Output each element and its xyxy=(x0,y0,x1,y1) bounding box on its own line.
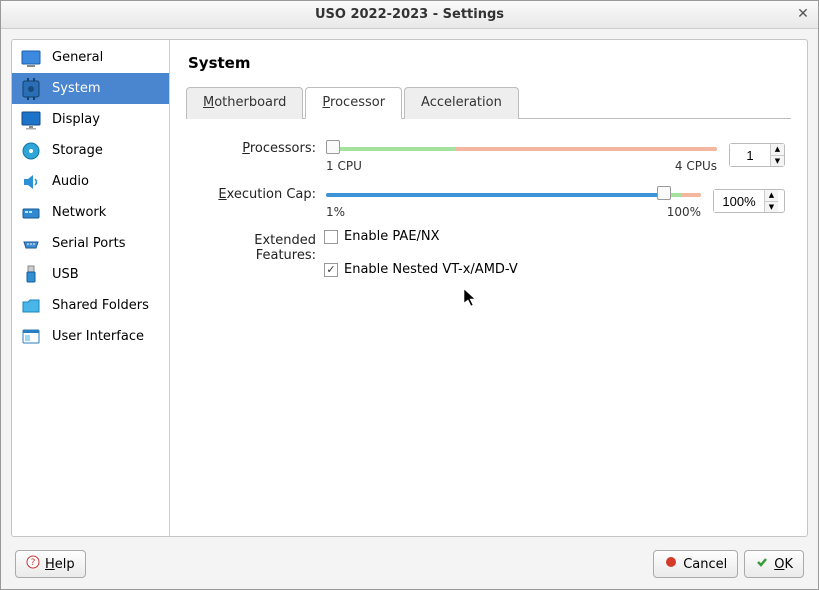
sidebar-item-label: Display xyxy=(52,112,161,127)
checkbox-nested-vtx[interactable]: ✓ Enable Nested VT-x/AMD-V xyxy=(324,262,518,277)
sidebar-item-label: Shared Folders xyxy=(52,298,161,313)
execution-cap-slider-thumb[interactable] xyxy=(657,186,671,200)
user-interface-icon xyxy=(20,326,42,348)
cancel-button[interactable]: Cancel xyxy=(653,550,738,578)
settings-window: USO 2022-2023 - Settings ✕ General Syste… xyxy=(0,0,819,590)
extended-features-label: Extended Features: xyxy=(192,229,324,263)
usb-icon xyxy=(20,264,42,286)
sidebar-item-label: User Interface xyxy=(52,329,161,344)
row-extended-features: Extended Features: Enable PAE/NX ✓ Enabl… xyxy=(192,229,785,285)
window-title: USO 2022-2023 - Settings xyxy=(1,7,818,22)
sidebar-item-label: USB xyxy=(52,267,161,282)
checkbox-icon[interactable] xyxy=(324,230,338,244)
execution-cap-input[interactable] xyxy=(714,190,764,212)
sidebar-item-general[interactable]: General xyxy=(12,42,169,73)
body: General System Display Storage xyxy=(11,39,808,537)
network-icon xyxy=(20,202,42,224)
checkbox-icon[interactable]: ✓ xyxy=(324,263,338,277)
sidebar-item-label: Storage xyxy=(52,143,161,158)
ok-icon xyxy=(755,555,769,573)
processors-max-label: 4 CPUs xyxy=(675,159,717,173)
storage-icon xyxy=(20,140,42,162)
system-icon xyxy=(20,78,42,100)
sidebar-item-network[interactable]: Network xyxy=(12,197,169,228)
ok-button[interactable]: OK xyxy=(744,550,804,578)
page-title: System xyxy=(188,54,791,72)
display-icon xyxy=(20,109,42,131)
help-button[interactable]: ? Help xyxy=(15,550,86,578)
row-processors: Processors: 1 CPU xyxy=(192,137,785,173)
processors-spin-up-icon[interactable]: ▲ xyxy=(771,144,784,156)
execution-cap-spin-up-icon[interactable]: ▲ xyxy=(765,190,778,202)
footer: ? Help Cancel OK xyxy=(1,547,818,589)
execution-cap-spin-down-icon[interactable]: ▼ xyxy=(765,202,778,213)
general-icon xyxy=(20,47,42,69)
tab-processor[interactable]: Processor xyxy=(305,87,402,119)
tab-motherboard[interactable]: Motherboard xyxy=(186,87,303,119)
sidebar: General System Display Storage xyxy=(12,40,170,536)
shared-folders-icon xyxy=(20,295,42,317)
processors-slider-thumb[interactable] xyxy=(326,140,340,154)
content: System Motherboard Processor Acceleratio… xyxy=(170,40,807,536)
sidebar-item-display[interactable]: Display xyxy=(12,104,169,135)
processors-label: Processors: xyxy=(192,137,324,156)
execution-cap-min-label: 1% xyxy=(326,205,345,219)
sidebar-item-user-interface[interactable]: User Interface xyxy=(12,321,169,352)
checkbox-pae-nx[interactable]: Enable PAE/NX xyxy=(324,229,440,244)
tabs: Motherboard Processor Acceleration xyxy=(186,86,791,119)
execution-cap-max-label: 100% xyxy=(667,205,701,219)
sidebar-item-label: General xyxy=(52,50,161,65)
sidebar-item-label: Audio xyxy=(52,174,161,189)
serial-ports-icon xyxy=(20,233,42,255)
row-execution-cap: Execution Cap: xyxy=(192,183,785,219)
execution-cap-label: Execution Cap: xyxy=(192,183,324,202)
audio-icon xyxy=(20,171,42,193)
cancel-icon xyxy=(664,555,678,573)
sidebar-item-serial-ports[interactable]: Serial Ports xyxy=(12,228,169,259)
processors-input[interactable] xyxy=(730,144,770,166)
tab-processor-body: Processors: 1 CPU xyxy=(186,119,791,301)
sidebar-item-usb[interactable]: USB xyxy=(12,259,169,290)
tab-acceleration[interactable]: Acceleration xyxy=(404,87,519,119)
processors-spin-down-icon[interactable]: ▼ xyxy=(771,156,784,167)
sidebar-item-audio[interactable]: Audio xyxy=(12,166,169,197)
processors-min-label: 1 CPU xyxy=(326,159,362,173)
sidebar-item-storage[interactable]: Storage xyxy=(12,135,169,166)
sidebar-item-label: Network xyxy=(52,205,161,220)
svg-text:?: ? xyxy=(31,558,36,568)
sidebar-item-shared-folders[interactable]: Shared Folders xyxy=(12,290,169,321)
execution-cap-spinbox[interactable]: ▲▼ xyxy=(713,189,785,213)
sidebar-item-system[interactable]: System xyxy=(12,73,169,104)
close-icon[interactable]: ✕ xyxy=(794,5,812,23)
sidebar-item-label: System xyxy=(52,81,161,96)
execution-cap-slider[interactable] xyxy=(326,189,701,199)
processors-spinbox[interactable]: ▲▼ xyxy=(729,143,785,167)
help-icon: ? xyxy=(26,555,40,573)
sidebar-item-label: Serial Ports xyxy=(52,236,161,251)
titlebar: USO 2022-2023 - Settings ✕ xyxy=(1,1,818,29)
processors-slider[interactable] xyxy=(326,143,717,153)
